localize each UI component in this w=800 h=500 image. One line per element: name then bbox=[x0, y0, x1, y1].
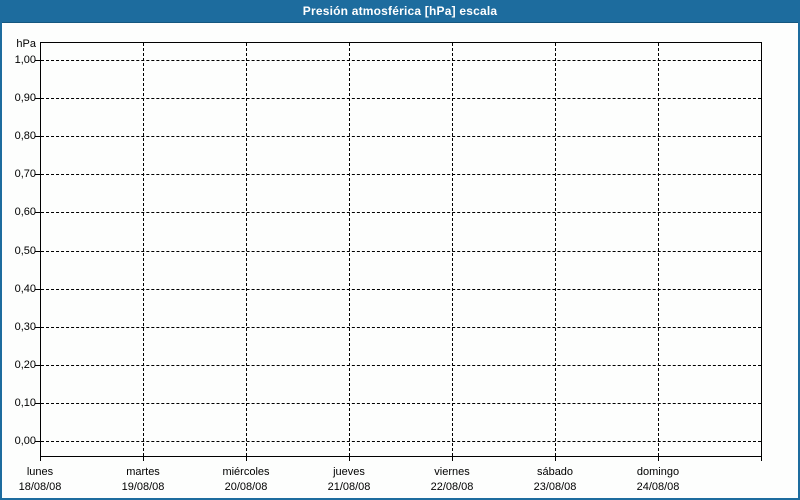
x-grid-line bbox=[555, 43, 556, 456]
x-date-label: 23/08/08 bbox=[533, 481, 577, 493]
chart-canvas: hPa 1,00 0,90 0,80 0,70 0,60 0,50 0,40 0,30 0,20… bbox=[2, 0, 798, 498]
x-tick-mark bbox=[761, 457, 762, 461]
x-date-label: 22/08/08 bbox=[430, 481, 474, 493]
x-tick-mark bbox=[452, 457, 453, 461]
y-grid-line bbox=[41, 98, 761, 99]
x-tick-mark bbox=[349, 457, 350, 461]
x-tick-mark bbox=[658, 457, 659, 461]
plot-area bbox=[40, 42, 762, 457]
x-date-label: 19/08/08 bbox=[121, 481, 165, 493]
y-grid-line bbox=[41, 60, 761, 61]
x-day-label: jueves bbox=[333, 466, 365, 478]
y-tick-label: 0,90 bbox=[14, 92, 36, 104]
y-grid-line bbox=[41, 251, 761, 252]
x-grid-line bbox=[349, 43, 350, 456]
x-day-label: martes bbox=[126, 466, 160, 478]
y-tick-label: 0,00 bbox=[14, 435, 36, 447]
y-grid-line bbox=[41, 136, 761, 137]
x-tick-mark bbox=[555, 457, 556, 461]
y-tick-label: 0,20 bbox=[14, 359, 36, 371]
x-date-label: 24/08/08 bbox=[636, 481, 680, 493]
y-grid-line bbox=[41, 365, 761, 366]
x-date-label: 20/08/08 bbox=[224, 481, 268, 493]
x-grid-line bbox=[658, 43, 659, 456]
x-tick-mark bbox=[246, 457, 247, 461]
y-tick-label: 0,10 bbox=[14, 397, 36, 409]
x-date-label: 21/08/08 bbox=[327, 481, 371, 493]
y-tick-label: 0,70 bbox=[14, 168, 36, 180]
y-tick-label: 0,50 bbox=[14, 245, 36, 257]
x-date-label: 18/08/08 bbox=[18, 481, 62, 493]
y-tick-label: 0,40 bbox=[14, 283, 36, 295]
y-tick-label: 1,00 bbox=[14, 54, 36, 66]
x-grid-line bbox=[246, 43, 247, 456]
x-day-label: viernes bbox=[434, 466, 470, 478]
pressure-chart-page: Presión atmosférica [hPa] escala hPa 1,0… bbox=[0, 0, 800, 500]
x-grid-line bbox=[143, 43, 144, 456]
x-grid-line bbox=[452, 43, 453, 456]
y-grid-line bbox=[41, 327, 761, 328]
x-day-label: sábado bbox=[536, 466, 574, 478]
y-grid-line bbox=[41, 289, 761, 290]
y-grid-line bbox=[41, 174, 761, 175]
y-tick-label: 0,30 bbox=[14, 321, 36, 333]
y-tick-label: 0,60 bbox=[14, 206, 36, 218]
y-grid-line bbox=[41, 403, 761, 404]
y-grid-line bbox=[41, 441, 761, 442]
x-day-label: miércoles bbox=[222, 466, 270, 478]
y-grid-line bbox=[41, 212, 761, 213]
y-axis-unit-label: hPa bbox=[16, 38, 36, 50]
x-day-label: lunes bbox=[26, 466, 54, 478]
x-day-label: domingo bbox=[636, 466, 680, 478]
x-tick-mark bbox=[143, 457, 144, 461]
y-tick-label: 0,80 bbox=[14, 130, 36, 142]
x-tick-mark bbox=[40, 457, 41, 461]
